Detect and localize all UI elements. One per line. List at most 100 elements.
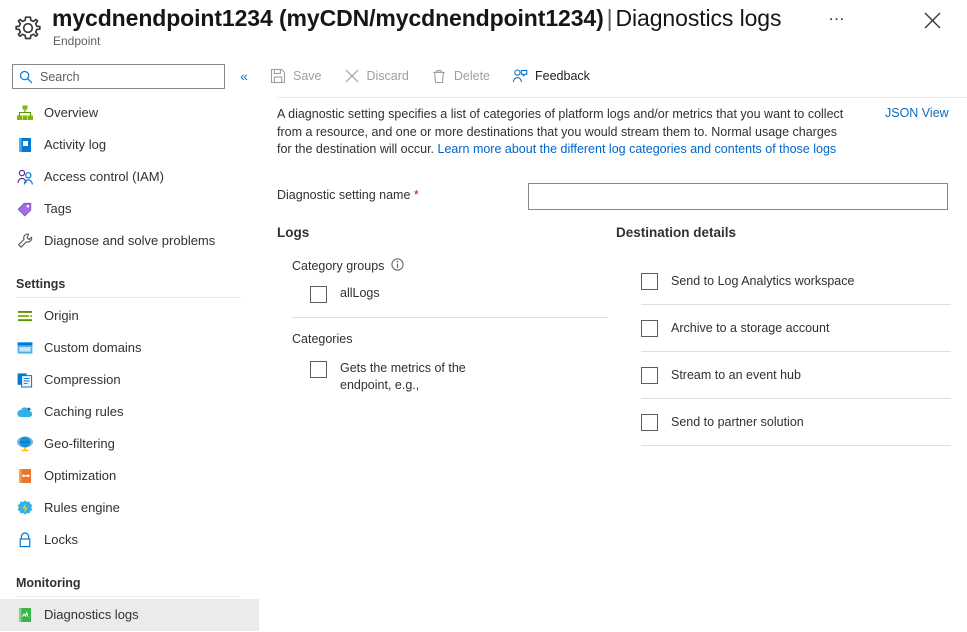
destination-details-section: Destination details Send to Log Analytic… <box>616 225 951 446</box>
send-to-log-analytics-checkbox[interactable] <box>641 273 658 290</box>
sidebar-item-overview[interactable]: Overview <box>0 97 259 129</box>
sidebar-item-label: Rules engine <box>44 500 120 515</box>
sidebar: « Overview <box>0 55 259 632</box>
sidebar-item-compression[interactable]: Compression <box>0 364 259 396</box>
sidebar-item-diagnose-and-solve-problems[interactable]: Diagnose and solve problems <box>0 225 259 257</box>
destination-divider <box>641 445 951 446</box>
destination-option-label: Archive to a storage account <box>671 320 830 335</box>
blade-content: Save Discard Delete Feedback A diagnosti… <box>259 55 967 632</box>
category-group-label: allLogs <box>340 286 380 300</box>
sidebar-group-divider <box>16 297 241 298</box>
discard-label: Discard <box>366 69 409 83</box>
delete-button[interactable]: Delete <box>420 60 501 92</box>
sidebar-item-rules-engine[interactable]: Rules engine <box>0 492 259 524</box>
custom-domains-icon <box>16 339 34 357</box>
search-input[interactable] <box>38 65 221 88</box>
sidebar-item-diagnostics-logs[interactable]: Diagnostics logs <box>0 599 259 631</box>
description-text: A diagnostic setting specifies a list of… <box>277 106 847 159</box>
tags-icon <box>16 200 34 218</box>
discard-button[interactable]: Discard <box>333 60 420 92</box>
command-bar-divider <box>277 97 967 98</box>
sidebar-item-caching-rules[interactable]: Caching rules <box>0 396 259 428</box>
sidebar-item-label: Activity log <box>44 137 107 152</box>
command-bar: Save Discard Delete Feedback <box>259 60 601 92</box>
sidebar-group-settings: Settings <box>16 277 66 291</box>
sidebar-item-locks[interactable]: Locks <box>0 524 259 556</box>
destination-option-row: Stream to an event hub <box>641 352 951 398</box>
diagnostic-setting-name-input[interactable] <box>528 183 948 210</box>
sidebar-item-activity-log[interactable]: Activity log <box>0 129 259 161</box>
sidebar-item-label: Optimization <box>44 468 117 483</box>
logs-heading: Logs <box>277 225 310 240</box>
feedback-button[interactable]: Feedback <box>501 60 601 92</box>
logs-divider <box>292 317 608 318</box>
page-title-resource: mycdnendpoint1234 (myCDN/mycdnendpoint12… <box>52 5 604 31</box>
category-groups-text: Category groups <box>292 259 385 273</box>
save-icon <box>270 68 286 84</box>
destination-option-label: Send to Log Analytics workspace <box>671 273 855 288</box>
collapse-sidebar-chevron-icon[interactable]: « <box>234 66 254 86</box>
sidebar-item-optimization[interactable]: Optimization <box>0 460 259 492</box>
more-options-button[interactable]: … <box>823 6 851 32</box>
sidebar-item-access-control[interactable]: Access control (IAM) <box>0 161 259 193</box>
search-container <box>12 64 225 89</box>
category-label: Gets the metrics of the endpoint, e.g., <box>340 361 466 392</box>
compression-icon <box>16 371 34 389</box>
sidebar-item-label: Geo-filtering <box>44 436 115 451</box>
delete-label: Delete <box>453 69 491 83</box>
sidebar-group-divider <box>16 596 241 597</box>
sidebar-item-label: Access control (IAM) <box>44 169 164 184</box>
wrench-icon <box>16 232 34 250</box>
feedback-label: Feedback <box>535 69 590 83</box>
category-groups-label: Category groups <box>292 258 610 274</box>
destination-option-row: Send to Log Analytics workspace <box>641 258 951 304</box>
destination-option-label: Send to partner solution <box>671 414 804 429</box>
learn-more-link[interactable]: Learn more about the different log categ… <box>438 142 837 156</box>
sidebar-item-label: Caching rules <box>44 404 124 419</box>
rules-engine-icon <box>16 499 34 517</box>
locks-icon <box>16 531 34 549</box>
access-control-icon <box>16 168 34 186</box>
diagnostics-logs-icon <box>16 606 34 624</box>
categories-label: Categories <box>292 332 353 346</box>
feedback-icon <box>512 68 528 84</box>
page-subtitle: Endpoint <box>53 34 101 48</box>
sidebar-item-custom-domains[interactable]: Custom domains <box>0 332 259 364</box>
sidebar-item-label: Diagnose and solve problems <box>44 233 216 248</box>
sidebar-item-label: Overview <box>44 105 99 120</box>
diagnostic-setting-name-text: Diagnostic setting name <box>277 188 411 202</box>
categories-list: Gets the metrics of the endpoint, e.g., <box>277 360 610 405</box>
sidebar-item-origin[interactable]: Origin <box>0 300 259 332</box>
info-icon[interactable] <box>391 258 405 274</box>
sidebar-item-label: Diagnostics logs <box>44 607 139 622</box>
page-title-section: Diagnostics logs <box>615 5 782 31</box>
sidebar-item-geo-filtering[interactable]: Geo-filtering <box>0 428 259 460</box>
search-icon <box>19 70 33 89</box>
sidebar-nav-list: Overview Activity log Access control (IA… <box>0 97 259 631</box>
sidebar-group-monitoring: Monitoring <box>16 576 81 590</box>
optimization-icon <box>16 467 34 485</box>
stream-to-event-hub-checkbox[interactable] <box>641 367 658 384</box>
close-icon <box>924 12 940 29</box>
destination-option-row: Send to partner solution <box>641 399 951 445</box>
page-title: mycdnendpoint1234 (myCDN/mycdnendpoint12… <box>52 3 782 33</box>
category-checkbox[interactable] <box>310 361 327 378</box>
logs-section: Logs Category groups allLogs Categories <box>277 225 610 405</box>
json-view-link[interactable]: JSON View <box>885 106 949 120</box>
required-asterisk: * <box>413 188 419 202</box>
sidebar-item-label: Origin <box>44 308 79 323</box>
sidebar-item-label: Locks <box>44 532 78 547</box>
send-to-partner-solution-checkbox[interactable] <box>641 414 658 431</box>
archive-to-storage-checkbox[interactable] <box>641 320 658 337</box>
gear-icon <box>11 11 45 45</box>
category-group-row: allLogs <box>310 285 610 303</box>
search-box[interactable] <box>12 64 225 89</box>
alllogs-checkbox[interactable] <box>310 286 327 303</box>
sidebar-item-tags[interactable]: Tags <box>0 193 259 225</box>
category-row: Gets the metrics of the endpoint, e.g., <box>310 360 610 394</box>
delete-icon <box>431 68 447 84</box>
close-button[interactable] <box>915 5 949 35</box>
save-button[interactable]: Save <box>259 60 333 92</box>
blade-header: mycdnendpoint1234 (myCDN/mycdnendpoint12… <box>0 0 967 55</box>
save-label: Save <box>293 69 322 83</box>
